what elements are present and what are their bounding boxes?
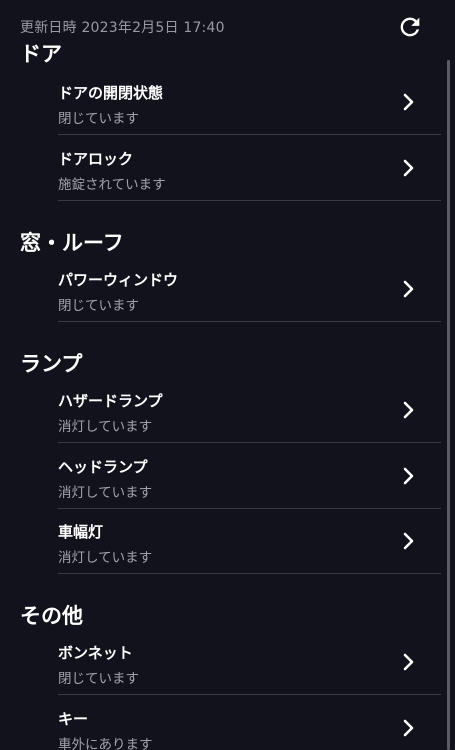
- item-status: 閉じています: [58, 671, 139, 687]
- item-status: 施錠されています: [58, 177, 166, 193]
- divider: [58, 573, 441, 574]
- refresh-icon[interactable]: [396, 13, 424, 41]
- chevron-right-icon: [403, 719, 414, 737]
- vehicle-status-screen: 更新日時 2023年2月5日 17:40 ドア ドアの開閉状態 閉じています ド…: [0, 0, 455, 750]
- section-title-window-roof: 窓・ルーフ: [20, 231, 124, 255]
- list-item-hazard-lamp[interactable]: ハザードランプ 消灯しています: [58, 377, 441, 443]
- item-status: 閉じています: [58, 111, 139, 127]
- item-label: ボンネット: [58, 644, 133, 662]
- item-label: ヘッドランプ: [58, 458, 148, 476]
- section-title-other: その他: [20, 604, 83, 628]
- item-status: 消灯しています: [58, 419, 153, 435]
- divider: [58, 321, 441, 322]
- item-label: 車幅灯: [58, 523, 104, 541]
- chevron-right-icon: [403, 93, 414, 111]
- item-status: 消灯しています: [58, 485, 153, 501]
- last-updated-text: 更新日時 2023年2月5日 17:40: [20, 20, 225, 36]
- item-label: ハザードランプ: [58, 392, 163, 410]
- item-status: 車外にあります: [58, 737, 153, 750]
- item-status: 消灯しています: [58, 550, 153, 566]
- list-item-key[interactable]: キー 車外にあります: [58, 695, 441, 750]
- chevron-right-icon: [403, 532, 414, 550]
- scrollbar[interactable]: [447, 60, 450, 750]
- list-item-width-lamp[interactable]: 車幅灯 消灯しています: [58, 508, 441, 574]
- item-label: パワーウィンドウ: [58, 271, 179, 289]
- item-status: 閉じています: [58, 298, 139, 314]
- list-item-door-open-state[interactable]: ドアの開閉状態 閉じています: [58, 69, 441, 135]
- chevron-right-icon: [403, 280, 414, 298]
- chevron-right-icon: [403, 653, 414, 671]
- list-item-door-lock[interactable]: ドアロック 施錠されています: [58, 135, 441, 201]
- chevron-right-icon: [403, 159, 414, 177]
- item-label: ドアロック: [58, 150, 134, 168]
- divider: [58, 200, 441, 201]
- chevron-right-icon: [403, 401, 414, 419]
- list-item-bonnet[interactable]: ボンネット 閉じています: [58, 629, 441, 695]
- section-title-lamp: ランプ: [20, 352, 83, 376]
- list-item-power-window[interactable]: パワーウィンドウ 閉じています: [58, 256, 441, 322]
- item-label: キー: [58, 710, 89, 728]
- section-title-door: ドア: [20, 42, 62, 66]
- chevron-right-icon: [403, 467, 414, 485]
- top-bar: 更新日時 2023年2月5日 17:40: [0, 0, 455, 40]
- list-item-head-lamp[interactable]: ヘッドランプ 消灯しています: [58, 443, 441, 509]
- item-label: ドアの開閉状態: [58, 84, 164, 102]
